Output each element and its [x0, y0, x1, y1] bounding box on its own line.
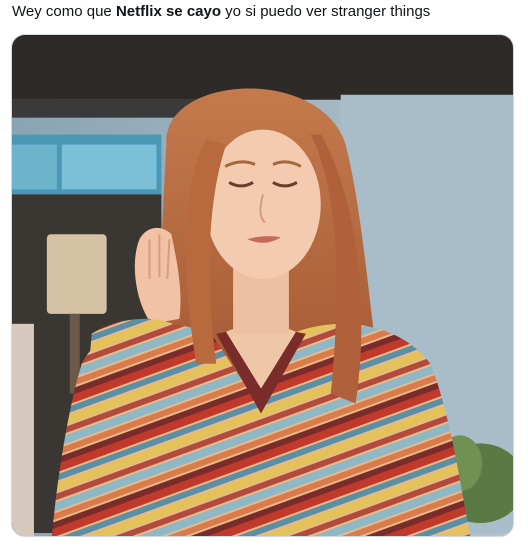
tweet-text-prefix: Wey como que	[12, 3, 116, 20]
tweet-text: Wey como que Netflix se cayo yo si puedo…	[12, 2, 516, 22]
photo-illustration	[12, 35, 513, 536]
tweet-photo[interactable]	[11, 34, 514, 537]
tweet-text-suffix: yo si puedo ver stranger things	[221, 3, 431, 20]
tweet-card: Wey como que Netflix se cayo yo si puedo…	[0, 0, 528, 549]
tweet-text-bold: Netflix se cayo	[115, 3, 222, 20]
